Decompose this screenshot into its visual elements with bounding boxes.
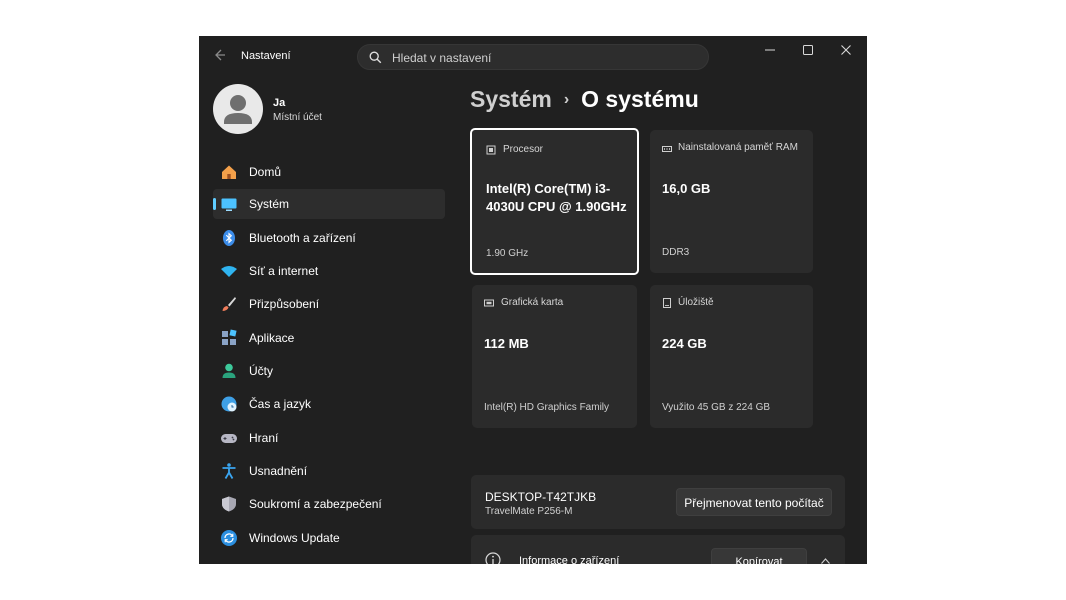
device-info-panel[interactable]: Informace o zařízení Kopírovat <box>471 535 845 564</box>
sidebar-item-label: Hraní <box>249 431 279 445</box>
sidebar-item-label: Bluetooth a zařízení <box>249 231 356 245</box>
sidebar-item-apps[interactable]: Aplikace <box>213 323 445 353</box>
accounts-icon <box>222 363 236 378</box>
sidebar-item-label: Aplikace <box>249 331 295 345</box>
sidebar-item-label: Windows Update <box>249 531 340 545</box>
chevron-up-icon[interactable] <box>821 556 830 564</box>
page-title: O systému <box>581 86 699 112</box>
card-value: 224 GB <box>662 336 707 351</box>
device-model: TravelMate P256-M <box>485 506 573 517</box>
card-title: Úložiště <box>678 297 714 308</box>
home-icon <box>222 165 236 179</box>
avatar[interactable] <box>213 84 263 134</box>
card-subtext: DDR3 <box>662 247 690 258</box>
search-input[interactable] <box>390 48 694 68</box>
close-icon[interactable] <box>834 42 858 58</box>
sidebar-item-label: Síť a internet <box>249 264 319 278</box>
back-arrow-icon[interactable] <box>213 48 227 62</box>
card-subtext: 1.90 GHz <box>486 248 529 259</box>
breadcrumb: Systém › O systému <box>470 86 699 113</box>
sidebar-item-label: Přizpůsobení <box>249 297 320 311</box>
breadcrumb-parent[interactable]: Systém <box>470 86 552 113</box>
sidebar-item-personalization[interactable]: Přizpůsobení <box>213 289 445 319</box>
settings-window: Nastavení Ja Místní účet Domů S <box>199 36 867 564</box>
card-value: Intel(R) Core(TM) i3-4030U CPU @ 1.90GHz <box>486 181 627 214</box>
sidebar-item-gaming[interactable]: Hraní <box>213 423 445 453</box>
card-value: 16,0 GB <box>662 181 711 196</box>
wifi-icon <box>221 266 237 277</box>
sidebar-item-home[interactable]: Domů <box>213 157 445 187</box>
copy-button[interactable]: Kopírovat <box>711 548 807 564</box>
info-icon <box>485 552 501 564</box>
device-name: DESKTOP-T42TJKB <box>485 490 597 504</box>
minimize-icon[interactable] <box>758 42 782 58</box>
sidebar-item-time-language[interactable]: Čas a jazyk <box>213 389 445 419</box>
card-subtext: Intel(R) HD Graphics Family <box>484 402 610 413</box>
processor-card[interactable]: Procesor Intel(R) Core(TM) i3-4030U CPU … <box>470 128 639 275</box>
rename-pc-button[interactable]: Přejmenovat tento počítač <box>676 488 832 516</box>
sidebar-item-system[interactable]: Systém <box>213 189 445 219</box>
memory-icon <box>662 146 672 152</box>
device-info-label: Informace o zařízení <box>519 555 620 564</box>
active-indicator <box>213 198 216 210</box>
sidebar-item-label: Soukromí a zabezpečení <box>249 497 382 511</box>
app-title: Nastavení <box>241 50 291 62</box>
paintbrush-icon <box>222 297 236 311</box>
globe-clock-icon <box>221 396 237 412</box>
gpu-card[interactable]: Grafická karta 112 MB Intel(R) HD Graphi… <box>472 285 637 428</box>
sidebar-item-label: Účty <box>249 364 273 378</box>
gpu-icon <box>484 299 494 307</box>
sidebar-item-privacy[interactable]: Soukromí a zabezpečení <box>213 489 445 519</box>
gamepad-icon <box>221 434 237 443</box>
shield-icon <box>222 496 236 512</box>
sidebar-item-bluetooth[interactable]: Bluetooth a zařízení <box>213 223 445 253</box>
card-title: Nainstalovaná paměť RAM <box>678 142 798 153</box>
search-box[interactable] <box>357 44 709 70</box>
storage-icon <box>663 298 671 308</box>
sidebar-item-windows-update[interactable]: Windows Update <box>213 523 445 553</box>
card-subtext: Využito 45 GB z 224 GB <box>662 402 771 413</box>
card-value: 112 MB <box>484 336 529 351</box>
device-name-panel: DESKTOP-T42TJKB TravelMate P256-M Přejme… <box>471 475 845 529</box>
sidebar-item-label: Čas a jazyk <box>249 397 312 411</box>
sidebar-item-network[interactable]: Síť a internet <box>213 256 445 286</box>
card-title: Procesor <box>503 144 544 155</box>
system-display-icon <box>221 198 237 211</box>
sidebar-item-label: Domů <box>249 165 282 179</box>
account-type: Místní účet <box>273 112 322 123</box>
card-title: Grafická karta <box>501 297 564 308</box>
processor-icon <box>486 145 496 155</box>
sidebar-item-label: Usnadnění <box>249 464 308 478</box>
maximize-icon[interactable] <box>796 42 820 58</box>
sidebar-item-label: Systém <box>249 197 290 211</box>
search-icon <box>369 51 382 64</box>
person-icon <box>224 95 252 124</box>
sidebar-item-accessibility[interactable]: Usnadnění <box>213 456 445 486</box>
bluetooth-icon <box>223 230 235 246</box>
sidebar-item-accounts[interactable]: Účty <box>213 356 445 386</box>
user-name: Ja <box>273 97 286 109</box>
accessibility-icon <box>222 463 236 479</box>
storage-card[interactable]: Úložiště 224 GB Využito 45 GB z 224 GB <box>650 285 813 428</box>
chevron-right-icon: › <box>563 90 570 108</box>
apps-icon <box>222 329 237 345</box>
ram-card[interactable]: Nainstalovaná paměť RAM 16,0 GB DDR3 <box>650 130 813 273</box>
windows-update-icon <box>221 530 237 546</box>
